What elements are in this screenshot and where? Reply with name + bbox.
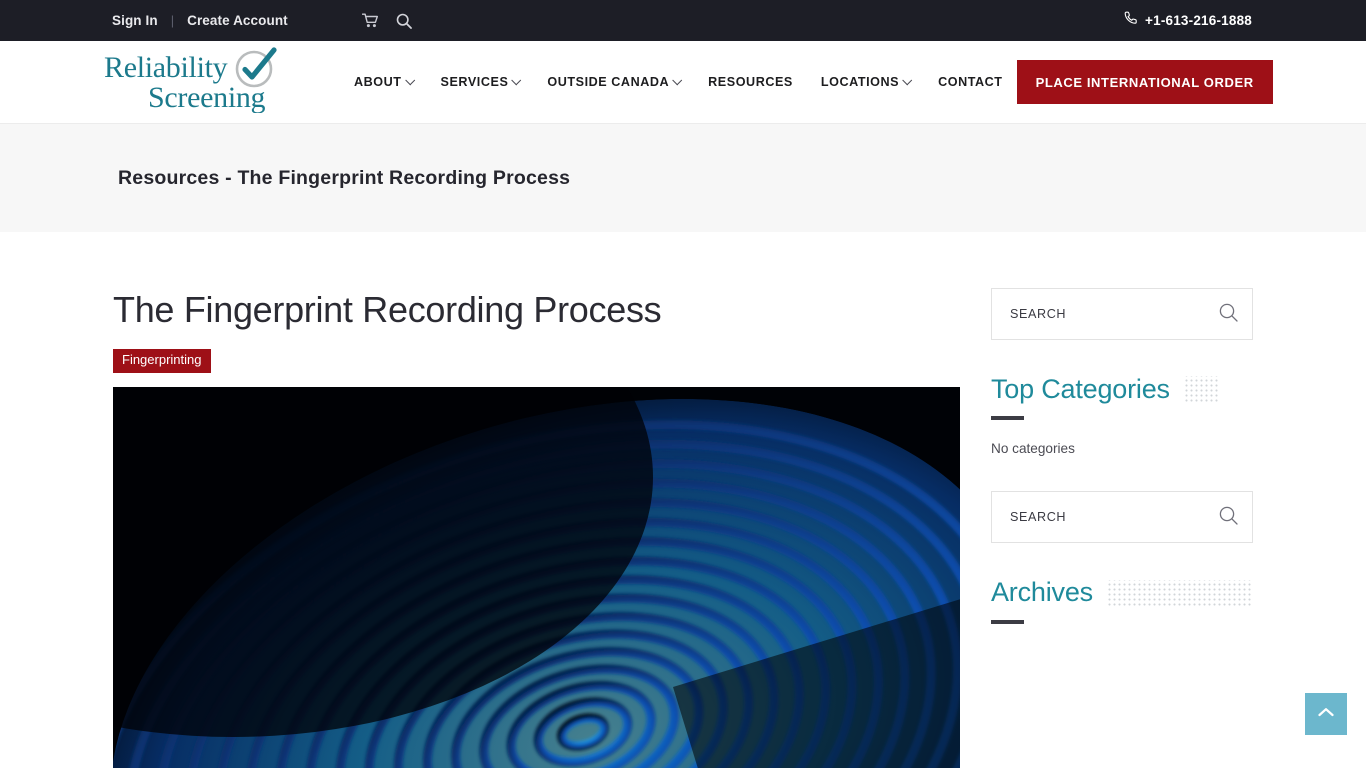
- search-submit-button[interactable]: [1219, 303, 1238, 325]
- nav-item-about[interactable]: ABOUT: [340, 74, 427, 89]
- dot-pattern-decoration: [1106, 579, 1253, 606]
- phone-contact[interactable]: +1-613-216-1888: [1124, 11, 1252, 30]
- nav-item-locations[interactable]: LOCATIONS: [807, 74, 924, 89]
- chevron-down-icon: [902, 74, 913, 85]
- widget-title: Top Categories: [991, 374, 1170, 404]
- phone-icon: [1124, 11, 1138, 30]
- nav-label: OUTSIDE CANADA: [547, 75, 670, 89]
- nav-item-resources[interactable]: RESOURCES: [694, 75, 807, 89]
- nav-label: SERVICES: [440, 75, 509, 89]
- nav-item-outside-canada[interactable]: OUTSIDE CANADA: [533, 74, 694, 89]
- nav-item-contact[interactable]: CONTACT: [924, 75, 1016, 89]
- breadcrumb-title: Resources - The Fingerprint Recording Pr…: [118, 166, 571, 189]
- page-title-band: Resources - The Fingerprint Recording Pr…: [0, 124, 1366, 232]
- place-international-order-button[interactable]: PLACE INTERNATIONAL ORDER: [1016, 60, 1273, 104]
- create-account-link[interactable]: Create Account: [187, 14, 288, 28]
- nav-label: ABOUT: [354, 75, 402, 89]
- nav-label: RESOURCES: [708, 75, 793, 89]
- chevron-down-icon: [672, 74, 683, 85]
- category-badge[interactable]: Fingerprinting: [113, 349, 211, 374]
- page-title: The Fingerprint Recording Process: [113, 289, 662, 330]
- search-input[interactable]: [1010, 510, 1219, 525]
- site-logo[interactable]: Reliability Screening: [104, 46, 300, 118]
- sidebar: Top Categories No categories Archives: [991, 232, 1253, 768]
- sidebar-search-top[interactable]: [991, 288, 1253, 340]
- search-icon: [1219, 303, 1238, 325]
- widget-title: Archives: [991, 577, 1093, 608]
- widget-top-categories: Top Categories No categories: [991, 375, 1253, 456]
- search-icon[interactable]: [396, 13, 412, 29]
- chevron-down-icon: [511, 74, 522, 85]
- top-utility-bar: Sign In | Create Account +1-613-216-1888: [0, 0, 1366, 41]
- search-submit-button[interactable]: [1219, 506, 1238, 528]
- post-content: The Fingerprint Recording Process Finger…: [113, 232, 960, 768]
- top-utility-links: Sign In | Create Account: [112, 13, 412, 29]
- dot-pattern-decoration: [1183, 376, 1218, 403]
- search-icon: [1219, 506, 1238, 528]
- main-navigation: ABOUT SERVICES OUTSIDE CANADA RESOURCES …: [340, 74, 1017, 89]
- widget-archives: Archives: [991, 577, 1253, 624]
- featured-image: [113, 387, 960, 768]
- sidebar-search-mid[interactable]: [991, 491, 1253, 544]
- search-input[interactable]: [1010, 307, 1219, 321]
- top-bar-separator: |: [170, 13, 175, 28]
- sign-in-link[interactable]: Sign In: [112, 14, 158, 28]
- site-header: Reliability Screening ABOUT SERVICES OUT…: [0, 41, 1366, 124]
- widget-underline: [991, 416, 1024, 421]
- nav-label: CONTACT: [938, 75, 1003, 89]
- svg-text:Reliability: Reliability: [104, 51, 228, 84]
- phone-number[interactable]: +1-613-216-1888: [1145, 13, 1252, 28]
- chevron-down-icon: [404, 74, 415, 85]
- nav-label: LOCATIONS: [820, 75, 900, 89]
- shopping-cart-icon[interactable]: [361, 13, 379, 28]
- chevron-up-icon: [1318, 705, 1334, 723]
- main-layout: The Fingerprint Recording Process Finger…: [0, 232, 1366, 768]
- fingerprint-graphic: [113, 387, 960, 768]
- widget-underline: [991, 619, 1024, 624]
- scroll-to-top-button[interactable]: [1305, 693, 1347, 735]
- categories-empty-message: No categories: [991, 441, 1075, 457]
- nav-item-services[interactable]: SERVICES: [427, 74, 534, 89]
